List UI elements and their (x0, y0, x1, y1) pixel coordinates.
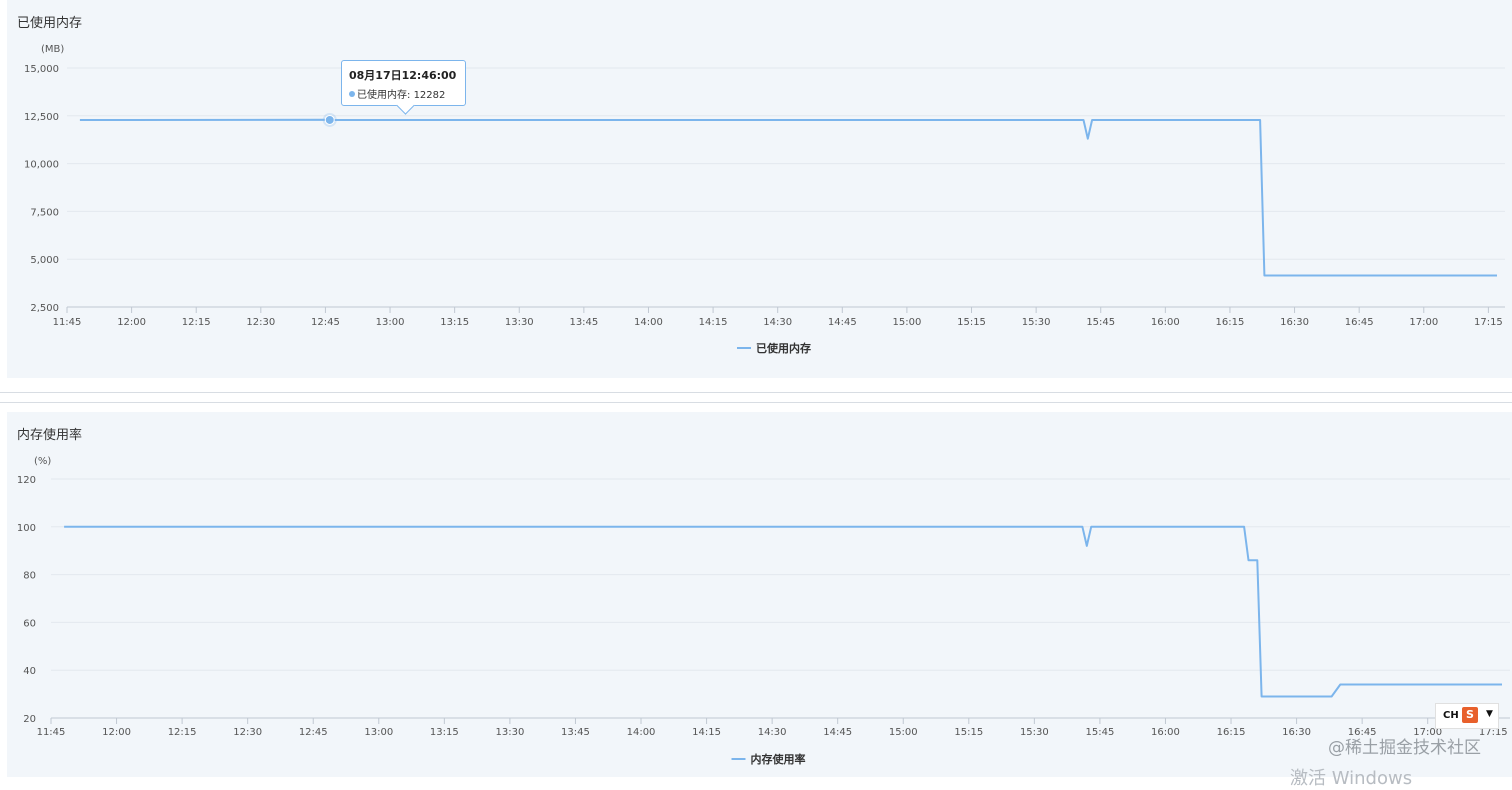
tooltip-series-label: 已使用内存 (357, 90, 407, 101)
x-tick-label: 15:30 (1022, 317, 1051, 328)
separator-line (0, 402, 1512, 403)
y-tick-label: 20 (23, 714, 36, 725)
x-tick-label: 14:45 (828, 317, 857, 328)
x-tick-label: 16:15 (1217, 727, 1246, 738)
x-tick-label: 12:30 (246, 317, 275, 328)
x-tick-label: 12:00 (102, 727, 131, 738)
y-tick-label: 7,500 (30, 207, 59, 218)
chevron-down-icon[interactable]: ▼ (1486, 709, 1493, 719)
ime-language-label[interactable]: CH (1443, 710, 1459, 721)
legend-label: 内存使用率 (751, 752, 806, 766)
memory-usage-rate-chart[interactable]: 20 40 60 80 100 120 11:45 12:00 12:15 12:30 12:45 1… (7, 412, 1512, 777)
x-tick-label: 14:15 (692, 727, 721, 738)
x-tick-label: 16:45 (1345, 317, 1374, 328)
memory-usage-rate-chart-panel: 内存使用率 (%) 20 40 60 80 100 120 11:45 12:00 12:15 1… (7, 412, 1512, 777)
highlight-point (324, 114, 335, 125)
tooltip-row: 已使用内存: 12282 (349, 86, 458, 101)
x-tick-label: 14:30 (763, 317, 792, 328)
y-tick-label: 80 (23, 571, 36, 582)
memory-used-chart-panel: 已使用内存 (MB) 2,500 5,000 7,500 10,000 12,500 15… (7, 0, 1512, 378)
y-tick-label: 2,500 (30, 303, 59, 314)
x-tick-label: 13:45 (569, 317, 598, 328)
y-tick-label: 40 (23, 666, 36, 677)
x-tick-label: 17:15 (1474, 317, 1503, 328)
series-line (64, 525, 1502, 698)
y-tick-label: 120 (17, 475, 36, 486)
separator-line (0, 392, 1512, 393)
x-tick-label: 14:30 (758, 727, 787, 738)
y-tick-label: 15,000 (24, 64, 59, 75)
x-tick-label: 13:30 (495, 727, 524, 738)
x-tick-label: 15:45 (1086, 727, 1115, 738)
x-tick-label: 13:00 (364, 727, 393, 738)
x-tick-label: 15:30 (1020, 727, 1049, 738)
x-tick-label: 12:45 (299, 727, 328, 738)
watermark: @稀土掘金技术社区 (1328, 738, 1481, 758)
x-tick-label: 12:00 (117, 317, 146, 328)
x-tick-label: 17:00 (1409, 317, 1438, 328)
x-tick-label: 15:00 (889, 727, 918, 738)
x-tick-label: 16:00 (1151, 727, 1180, 738)
legend-label: 已使用内存 (756, 341, 811, 355)
ime-toolbar[interactable]: CH S ▼ (1435, 703, 1499, 729)
memory-used-chart[interactable]: 2,500 5,000 7,500 10,000 12,500 15,000 11:45 12… (7, 0, 1512, 378)
x-tick-label: 14:00 (634, 317, 663, 328)
tooltip-value: 12282 (413, 90, 446, 101)
x-tick-label: 13:15 (430, 727, 459, 738)
x-tick-label: 16:00 (1151, 317, 1180, 328)
x-tick-label: 12:15 (182, 317, 211, 328)
x-tick-label: 14:15 (699, 317, 728, 328)
x-tick-label: 16:30 (1280, 317, 1309, 328)
x-tick-label: 12:45 (311, 317, 340, 328)
x-tick-label: 11:45 (37, 727, 66, 738)
x-tick-label: 11:45 (53, 317, 82, 328)
activate-windows-text: 激活 Windows (1290, 768, 1413, 789)
x-tick-label: 13:45 (561, 727, 590, 738)
x-tick-label: 15:00 (892, 317, 921, 328)
x-tick-label: 14:00 (627, 727, 656, 738)
x-tick-label: 12:30 (233, 727, 262, 738)
x-tick-label: 16:30 (1282, 727, 1311, 738)
x-tick-label: 15:15 (957, 317, 986, 328)
x-tick-label: 12:15 (168, 727, 197, 738)
sogou-ime-icon[interactable]: S (1462, 707, 1478, 723)
y-tick-label: 5,000 (30, 255, 59, 266)
y-tick-label: 60 (23, 618, 36, 629)
x-tick-label: 13:00 (376, 317, 405, 328)
x-tick-label: 15:45 (1086, 317, 1115, 328)
series-line (79, 118, 1497, 277)
tooltip-date: 08月17日12:46:00 (349, 69, 457, 82)
y-tick-label: 100 (17, 523, 36, 534)
x-tick-label: 16:15 (1216, 317, 1245, 328)
x-tick-label: 14:45 (823, 727, 852, 738)
x-tick-label: 15:15 (954, 727, 983, 738)
series-dot-icon (349, 91, 355, 97)
x-tick-label: 13:30 (505, 317, 534, 328)
y-tick-label: 10,000 (24, 160, 59, 171)
x-tick-label: 13:15 (440, 317, 469, 328)
y-tick-label: 12,500 (24, 112, 59, 123)
chart-tooltip: 08月17日12:46:00 已使用内存: 12282 (341, 60, 466, 115)
